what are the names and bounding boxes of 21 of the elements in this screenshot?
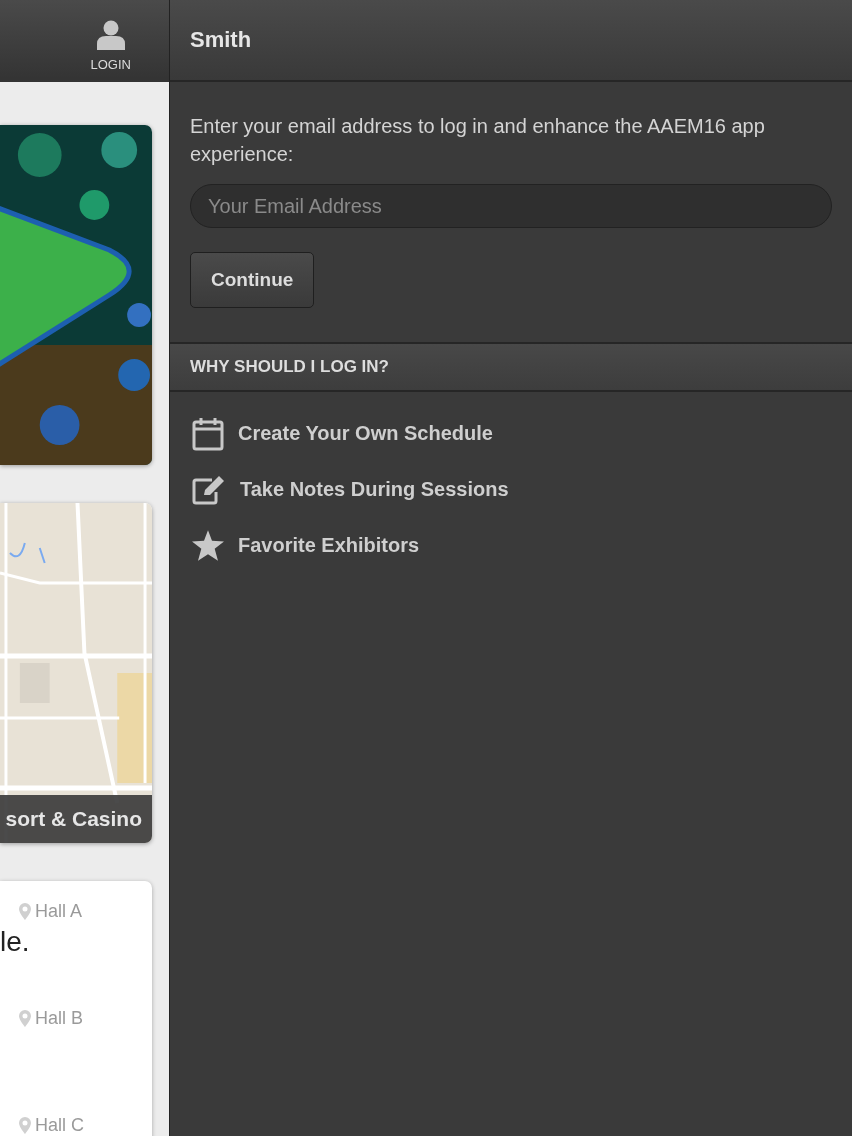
edit-icon (192, 474, 226, 505)
session-title: le. (0, 926, 30, 957)
pin-icon (19, 1117, 31, 1134)
benefit-label: Create Your Own Schedule (238, 422, 493, 445)
hall-label: Hall A (35, 901, 83, 922)
intro-text: Enter your email address to log in and enhance the AAEM16 app experience: (190, 114, 766, 167)
continue-button[interactable]: Continue (190, 252, 315, 308)
panel-title: Smith (190, 27, 252, 53)
hall-label: Hall C (35, 1115, 84, 1136)
benefit-label: Take Notes During Sessions (240, 478, 509, 501)
pin-icon (19, 903, 31, 920)
user-icon (96, 19, 125, 50)
pin-icon (19, 1010, 31, 1027)
login-button[interactable]: LOGIN (90, 11, 131, 71)
venue-caption: sort & Casino (0, 795, 152, 843)
star-icon (192, 530, 224, 561)
calendar-icon (192, 416, 224, 451)
section-title: WHY SHOULD I LOG IN? (190, 357, 389, 377)
email-field[interactable]: Your Email Address (190, 184, 832, 228)
hall-label: Hall B (35, 1008, 83, 1029)
benefit-label: Favorite Exhibitors (238, 534, 420, 557)
